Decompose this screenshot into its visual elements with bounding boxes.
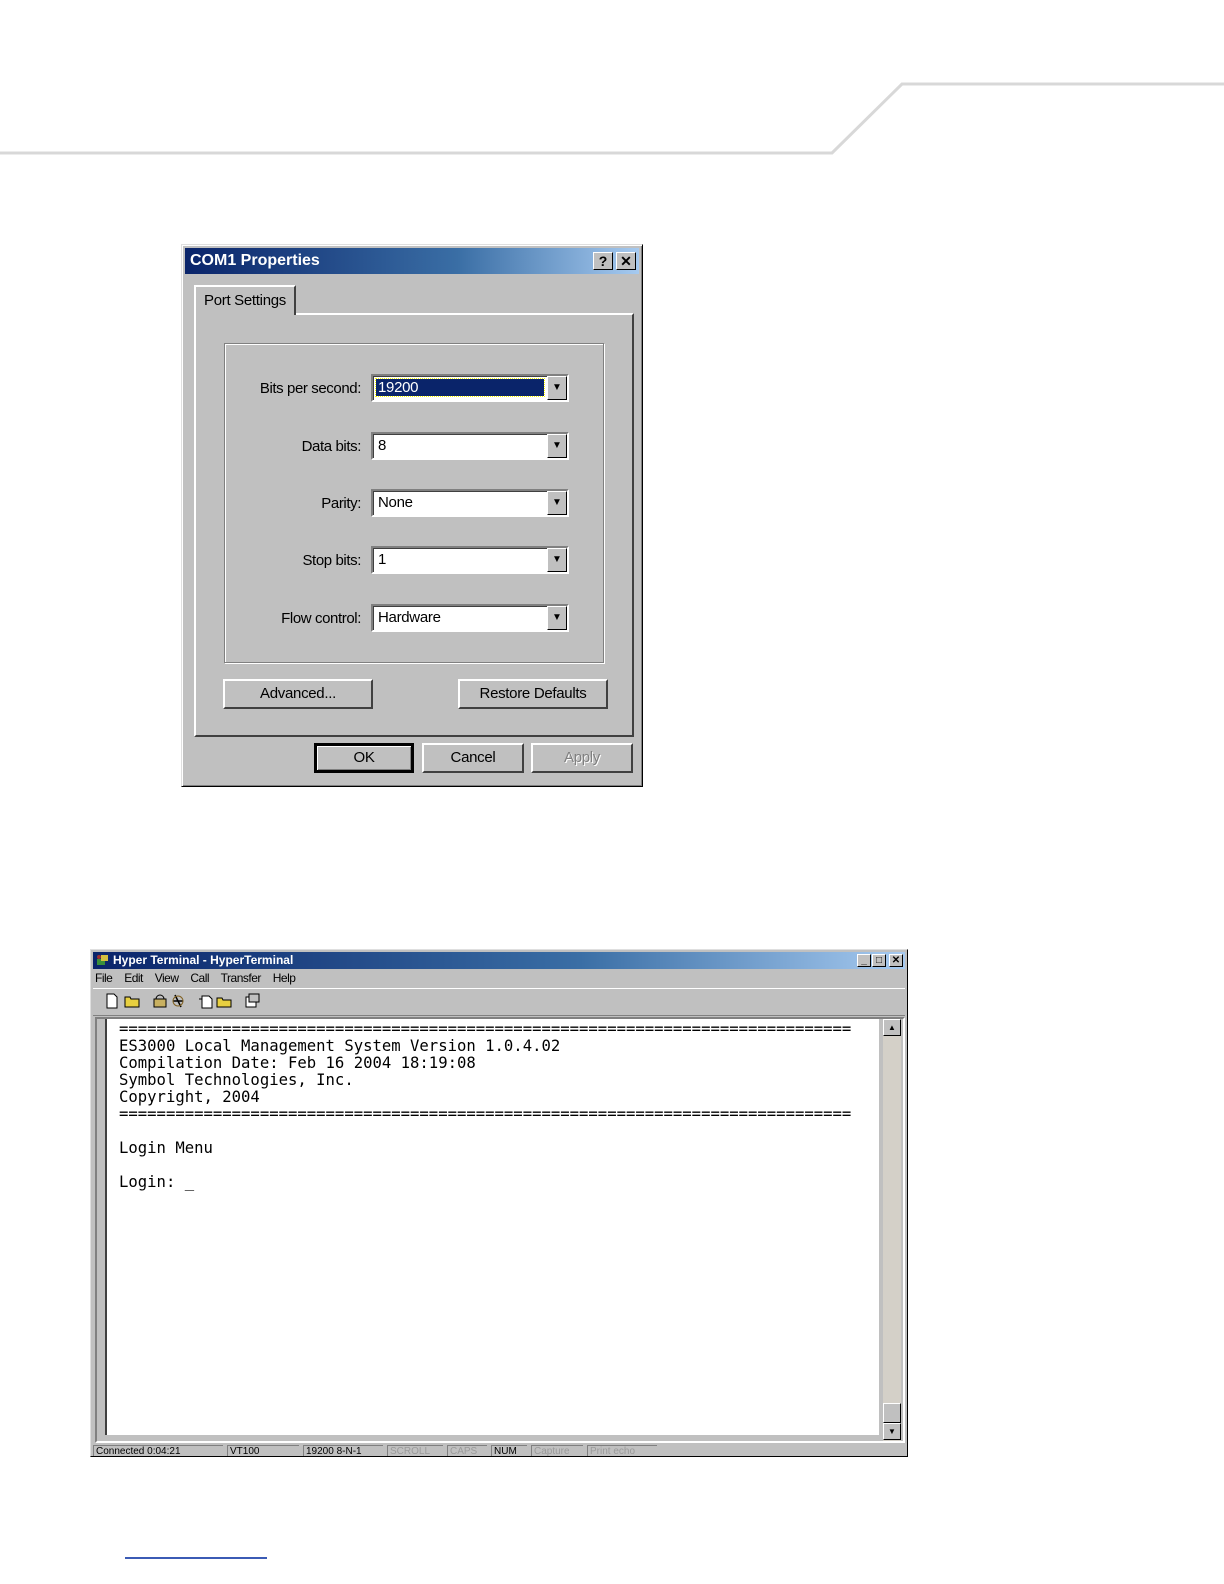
status-print-echo: Print echo: [587, 1445, 657, 1456]
maximize-button[interactable]: □: [872, 954, 886, 967]
data-bits-select[interactable]: 8 ▼: [371, 432, 569, 460]
terminal-line: ========================================…: [119, 1105, 852, 1123]
toolbar: [93, 988, 905, 1016]
scroll-thumb[interactable]: [883, 1403, 901, 1423]
status-emulation: VT100: [227, 1445, 299, 1456]
vertical-scrollbar[interactable]: ▲ ▼: [883, 1019, 901, 1441]
terminal-line: Compilation Date: Feb 16 2004 18:19:08: [119, 1054, 476, 1072]
terminal-line: Login: _: [119, 1173, 195, 1191]
com1-properties-dialog: COM1 Properties ? ✕ Port Settings Bits p…: [181, 244, 643, 787]
terminal-line: ========================================…: [119, 1020, 852, 1038]
flow-control-value: Hardware: [378, 609, 441, 626]
status-caps: CAPS: [447, 1445, 487, 1456]
stop-bits-row: Stop bits: 1 ▼: [225, 546, 605, 576]
restore-defaults-button[interactable]: Restore Defaults: [458, 679, 608, 709]
menu-edit[interactable]: Edit: [124, 971, 143, 985]
menu-bar: File Edit View Call Transfer Help: [95, 971, 304, 987]
hyperterminal-app-icon: [97, 955, 108, 965]
window-close-button[interactable]: ✕: [889, 954, 903, 967]
data-bits-label: Data bits:: [301, 438, 362, 455]
disconnect-icon[interactable]: [169, 993, 187, 1011]
data-bits-value: 8: [378, 437, 387, 454]
menu-help[interactable]: Help: [273, 971, 296, 985]
port-settings-group: Bits per second: 19200 ▼ Data bits: 8 ▼ …: [224, 343, 604, 663]
close-button[interactable]: ✕: [616, 252, 636, 270]
open-icon[interactable]: [123, 993, 141, 1011]
chevron-down-icon[interactable]: ▼: [547, 434, 567, 458]
chevron-down-icon[interactable]: ▼: [547, 491, 567, 515]
terminal-screen[interactable]: ========================================…: [105, 1019, 879, 1435]
advanced-button[interactable]: Advanced...: [223, 679, 373, 709]
bits-per-second-row: Bits per second: 19200 ▼: [225, 374, 605, 404]
receive-icon[interactable]: [215, 993, 233, 1011]
menu-call[interactable]: Call: [190, 971, 209, 985]
chevron-down-icon[interactable]: ▼: [547, 606, 567, 630]
scroll-up-icon[interactable]: ▲: [883, 1019, 901, 1036]
ok-button[interactable]: OK: [314, 743, 414, 773]
page-header-decoration: [0, 82, 1224, 155]
status-scroll: SCROLL: [387, 1445, 443, 1456]
connect-icon[interactable]: [151, 993, 169, 1011]
data-bits-row: Data bits: 8 ▼: [225, 432, 605, 462]
menu-file[interactable]: File: [95, 971, 113, 985]
parity-value: None: [378, 494, 413, 511]
minimize-button[interactable]: _: [857, 954, 871, 967]
flow-control-select[interactable]: Hardware ▼: [371, 604, 569, 632]
stop-bits-value: 1: [378, 551, 387, 568]
apply-button[interactable]: Apply: [531, 743, 633, 773]
bits-per-second-label: Bits per second:: [259, 380, 362, 397]
bits-per-second-select[interactable]: 19200 ▼: [371, 374, 569, 402]
status-capture: Capture: [531, 1445, 583, 1456]
chevron-down-icon[interactable]: ▼: [547, 376, 567, 400]
flow-control-label: Flow control:: [281, 610, 361, 627]
new-icon[interactable]: [103, 993, 121, 1011]
chevron-down-icon[interactable]: ▼: [547, 548, 567, 572]
terminal-line: Symbol Technologies, Inc.: [119, 1071, 354, 1089]
help-button[interactable]: ?: [593, 252, 613, 270]
tab-port-settings[interactable]: Port Settings: [194, 285, 296, 315]
parity-label: Parity:: [321, 495, 361, 512]
hyperterminal-titlebar: Hyper Terminal - HyperTerminal _ □ ✕: [93, 952, 905, 969]
port-settings-panel: Bits per second: 19200 ▼ Data bits: 8 ▼ …: [194, 313, 634, 737]
dialog-title: COM1 Properties: [190, 252, 320, 269]
dialog-titlebar: COM1 Properties ? ✕: [185, 248, 639, 274]
terminal-line: Login Menu: [119, 1139, 213, 1157]
status-num: NUM: [491, 1445, 527, 1456]
menu-transfer[interactable]: Transfer: [221, 971, 262, 985]
status-port-settings: 19200 8-N-1: [303, 1445, 383, 1456]
bits-per-second-value: 19200: [375, 378, 545, 397]
properties-icon[interactable]: [243, 993, 261, 1011]
terminal-line: Copyright, 2004: [119, 1088, 260, 1106]
stop-bits-select[interactable]: 1 ▼: [371, 546, 569, 574]
flow-control-row: Flow control: Hardware ▼: [225, 604, 605, 634]
terminal-line: ES3000 Local Management System Version 1…: [119, 1037, 561, 1055]
hyperterminal-window: Hyper Terminal - HyperTerminal _ □ ✕ Fil…: [90, 949, 908, 1457]
cancel-button[interactable]: Cancel: [422, 743, 524, 773]
send-icon[interactable]: [197, 993, 215, 1011]
parity-row: Parity: None ▼: [225, 489, 605, 519]
menu-view[interactable]: View: [155, 971, 179, 985]
status-connected: Connected 0:04:21: [93, 1445, 223, 1456]
scroll-down-icon[interactable]: ▼: [883, 1423, 901, 1440]
footnote-rule: [125, 1557, 267, 1559]
status-bar: Connected 0:04:21 VT100 19200 8-N-1 SCRO…: [93, 1445, 905, 1456]
parity-select[interactable]: None ▼: [371, 489, 569, 517]
stop-bits-label: Stop bits:: [302, 552, 361, 569]
terminal-frame: ========================================…: [95, 1017, 905, 1443]
hyperterminal-title: Hyper Terminal - HyperTerminal: [113, 953, 294, 967]
